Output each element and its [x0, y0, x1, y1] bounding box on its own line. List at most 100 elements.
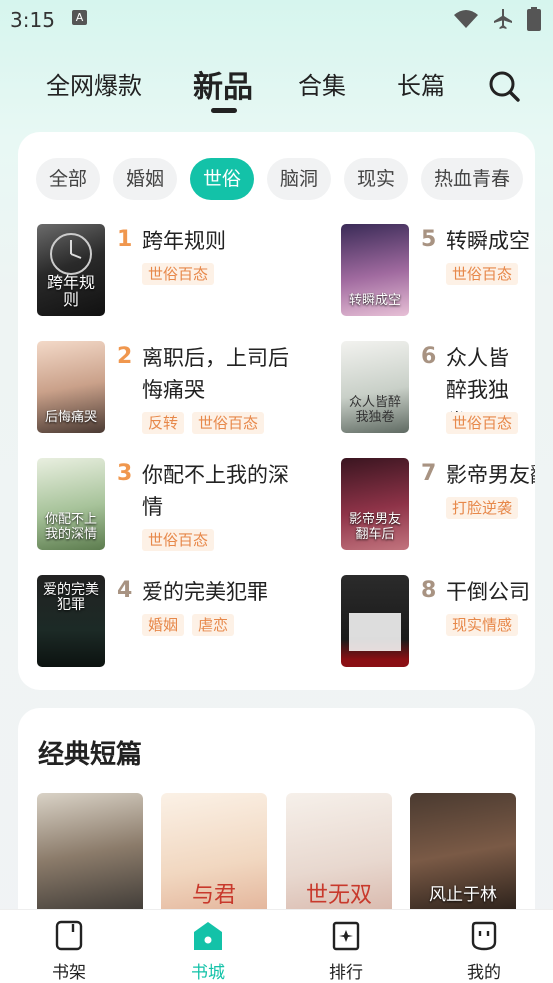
tab-collection[interactable]: 合集	[298, 66, 346, 101]
nav-bookstore[interactable]: 书城	[173, 920, 243, 983]
chip-reality[interactable]: 现实	[344, 158, 408, 200]
top-nav: 全网爆款 新品 合集 长篇	[0, 56, 553, 116]
cover-title: 风止于林	[429, 885, 497, 905]
cover-title: 你配不上我的深情	[44, 512, 97, 542]
book-tag: 打脸逆袭	[446, 497, 519, 519]
book-cover: 众人皆醉我独卷	[341, 341, 409, 433]
wifi-icon	[454, 10, 478, 28]
book-title: 你配不上我的深情	[142, 463, 289, 519]
cover-title: 影帝男友翻车后	[348, 512, 401, 542]
short-book-cover[interactable]	[37, 793, 143, 913]
nav-ranking[interactable]: 排行	[311, 920, 381, 983]
cover-title: 转瞬成空	[348, 293, 401, 308]
cover-title: 与君	[191, 883, 236, 908]
book-tag: 世俗百态	[192, 412, 265, 434]
cover-title: 众人皆醉我独卷	[348, 395, 401, 425]
nav-label: 我的	[467, 963, 501, 983]
profile-icon	[471, 921, 497, 951]
book-item[interactable]: 后悔痛哭 2 离职后，上司后悔痛哭 反转 世俗百态	[37, 341, 327, 437]
book-cover: 爱的完美犯罪	[37, 575, 105, 667]
book-cover: 后悔痛哭	[37, 341, 105, 433]
rank-number: 3	[117, 461, 133, 486]
notification-icon: A	[72, 10, 87, 25]
book-cover	[341, 575, 409, 667]
short-book-cover[interactable]: 世无双	[286, 793, 392, 913]
cover-title: 后悔痛哭	[44, 410, 97, 425]
book-cover: 跨年规则	[37, 224, 105, 316]
book-tags: 世俗百态	[142, 263, 215, 285]
rank-number: 2	[117, 344, 133, 369]
book-tags: 世俗百态	[446, 412, 519, 434]
short-book-cover[interactable]: 风止于林	[410, 793, 516, 913]
book-tag: 现实情感	[446, 614, 519, 636]
book-tag: 世俗百态	[142, 263, 215, 285]
rank-number: 4	[117, 578, 133, 603]
book-tag: 世俗百态	[446, 412, 519, 434]
cover-text-block	[349, 613, 401, 651]
rank-number: 7	[421, 461, 437, 486]
rank-number: 1	[117, 227, 133, 252]
book-tag: 反转	[142, 412, 185, 434]
chip-brainstorm[interactable]: 脑洞	[267, 158, 331, 200]
chip-all[interactable]: 全部	[36, 158, 100, 200]
book-title: 影帝男友翻车后	[446, 463, 535, 487]
chip-marriage[interactable]: 婚姻	[113, 158, 177, 200]
battery-icon	[527, 7, 541, 31]
new-books-card: 全部 婚姻 世俗 脑洞 现实 热血青春 跨年规则 1 跨年规则 世俗百态 后悔痛…	[18, 132, 535, 690]
book-item[interactable]: 你配不上我的深情 3 你配不上我的深情 世俗百态	[37, 458, 327, 554]
store-icon	[194, 922, 222, 950]
bottom-nav: 书架 书城 排行 我的	[0, 909, 553, 983]
book-item[interactable]: 转瞬成空 5 转瞬成空 世俗百态	[341, 224, 535, 320]
book-tags: 世俗百态	[446, 263, 519, 285]
active-tab-indicator	[211, 108, 237, 113]
book-tags: 反转 世俗百态	[142, 412, 265, 434]
rank-number: 8	[421, 578, 437, 603]
book-title: 爱的完美犯罪	[142, 580, 268, 604]
short-book-cover[interactable]: 与君	[161, 793, 267, 913]
book-tag: 世俗百态	[446, 263, 519, 285]
nav-label: 书架	[52, 963, 86, 983]
book-tags: 现实情感	[446, 614, 519, 636]
book-tag: 世俗百态	[142, 529, 215, 551]
bookshelf-icon	[55, 920, 83, 951]
book-title: 离职后，上司后悔痛哭	[142, 346, 289, 402]
nav-bookshelf[interactable]: 书架	[34, 920, 104, 983]
cover-title: 爱的完美犯罪	[43, 582, 99, 613]
tab-viral[interactable]: 全网爆款	[46, 66, 142, 101]
status-time: 3:15	[10, 8, 55, 32]
category-chips: 全部 婚姻 世俗 脑洞 现实 热血青春	[36, 158, 535, 200]
nav-profile[interactable]: 我的	[449, 920, 519, 983]
book-item[interactable]: 众人皆醉我独卷 6 众人皆醉我独卷 世俗百态	[341, 341, 535, 437]
section-title: 经典短篇	[38, 740, 143, 770]
book-tags: 打脸逆袭	[446, 497, 519, 519]
chip-youth[interactable]: 热血青春	[421, 158, 523, 200]
book-item[interactable]: 跨年规则 1 跨年规则 世俗百态	[37, 224, 327, 320]
book-tags: 婚姻 虐恋	[142, 614, 235, 636]
tab-long[interactable]: 长篇	[397, 66, 445, 101]
book-cover: 转瞬成空	[341, 224, 409, 316]
status-icons	[453, 7, 541, 31]
book-title: 跨年规则	[142, 229, 226, 253]
book-tag: 虐恋	[192, 614, 235, 636]
book-title: 转瞬成空	[446, 229, 530, 253]
book-tag: 婚姻	[142, 614, 185, 636]
rank-number: 5	[421, 227, 437, 252]
book-tags: 世俗百态	[142, 529, 215, 551]
clock-icon	[50, 233, 92, 275]
status-bar: 3:15 A	[0, 0, 553, 40]
book-item[interactable]: 影帝男友翻车后 7 影帝男友翻车后 打脸逆袭	[341, 458, 535, 554]
nav-label: 书城	[191, 963, 225, 983]
ranking-icon	[332, 921, 360, 951]
nav-label: 排行	[329, 963, 363, 983]
book-item[interactable]: 8 干倒公司 现实情感	[341, 575, 535, 671]
airplane-icon	[494, 9, 512, 29]
tab-new[interactable]: 新品	[193, 62, 253, 106]
book-item[interactable]: 爱的完美犯罪 4 爱的完美犯罪 婚姻 虐恋	[37, 575, 327, 671]
cover-title: 世无双	[305, 883, 372, 908]
book-title: 干倒公司	[446, 580, 530, 604]
chip-worldly[interactable]: 世俗	[190, 158, 254, 200]
search-icon[interactable]	[487, 69, 521, 103]
cover-title: 跨年规则	[46, 273, 95, 309]
rank-number: 6	[421, 344, 437, 369]
book-cover: 你配不上我的深情	[37, 458, 105, 550]
